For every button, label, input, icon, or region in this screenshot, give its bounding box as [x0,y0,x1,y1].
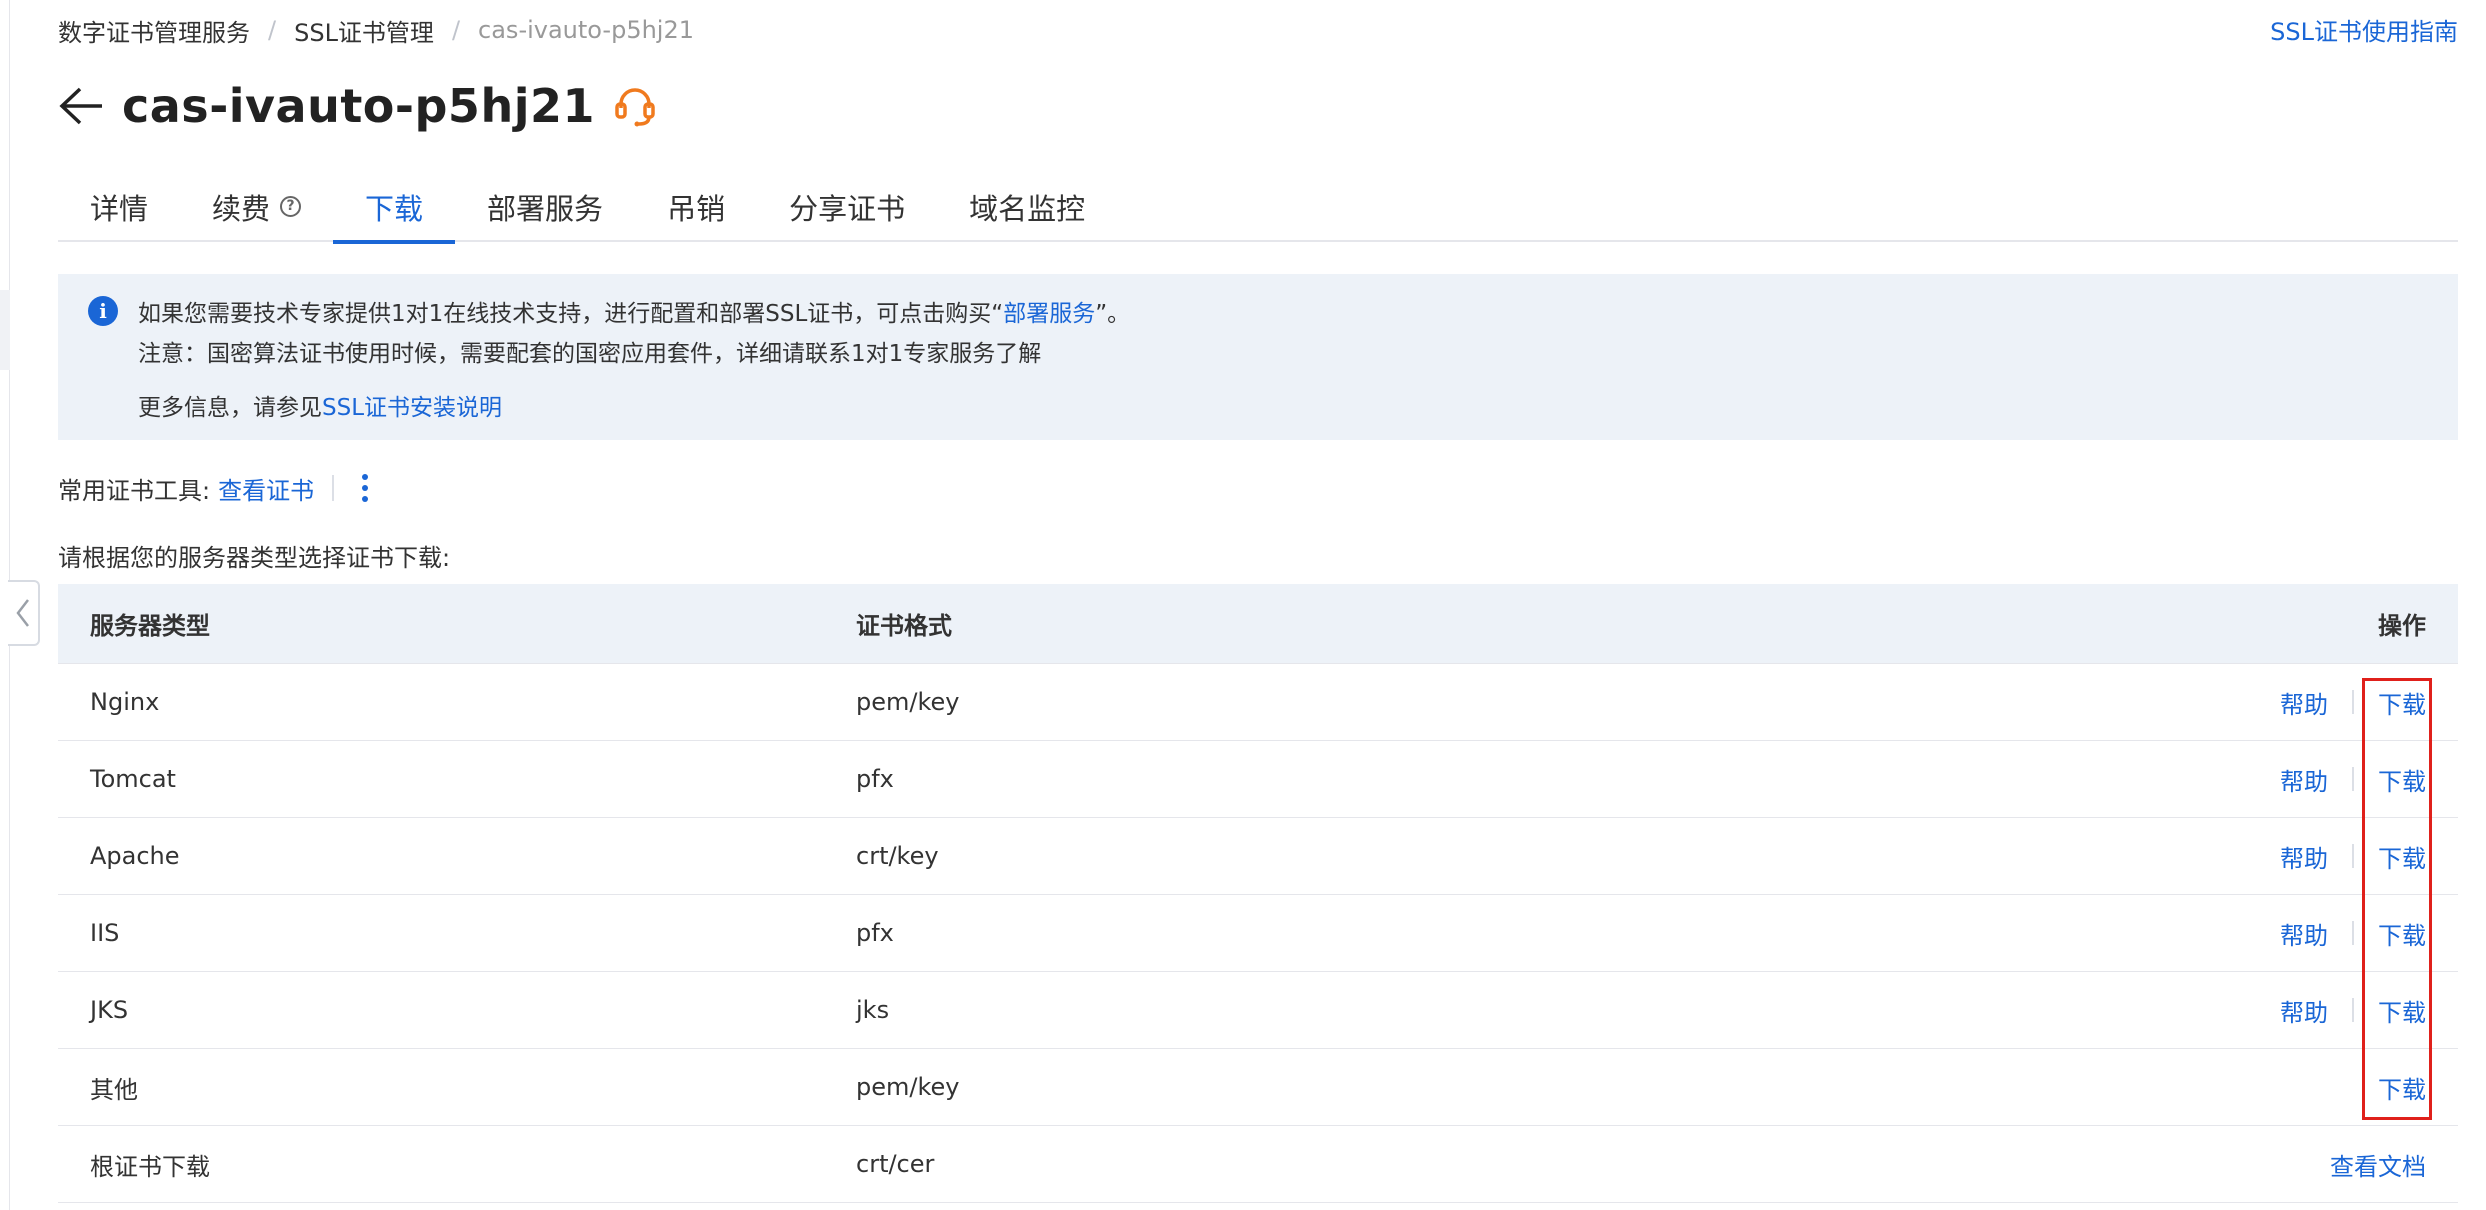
action-cell: 查看文档 [2056,1147,2458,1182]
breadcrumb-item-service[interactable]: 数字证书管理服务 [58,13,250,48]
download-button[interactable]: 下载 [2378,762,2426,797]
server-type-cell: Apache [90,842,180,870]
download-table: 服务器类型 证书格式 操作 Nginx pem/key 帮助 下载 Tomcat… [58,584,2458,1203]
server-type-cell: Tomcat [90,765,176,793]
question-circle-icon[interactable]: ? [280,196,302,217]
notice-line-3: 更多信息，请参见SSL证书安装说明 [138,395,503,421]
divider [2352,767,2354,791]
tab-renewal[interactable]: 续费? [180,180,333,242]
table-row: Tomcat pfx 帮助 下载 [58,741,2458,818]
info-icon: i [88,296,118,326]
help-link[interactable]: 帮助 [2280,685,2328,720]
tab-details[interactable]: 详情 [58,180,180,242]
action-cell: 帮助 下载 [2056,916,2458,951]
ssl-guide-link[interactable]: SSL证书使用指南 [2270,12,2458,47]
deployment-service-link[interactable]: 部署服务 [1003,301,1095,327]
title-row: cas-ivauto-p5hj21 [58,76,659,136]
table-header: 服务器类型 证书格式 操作 [58,584,2458,664]
view-certificate-link[interactable]: 查看证书 [218,471,314,506]
cert-tools-row: 常用证书工具: 查看证书 [58,470,372,506]
install-guide-link[interactable]: SSL证书安装说明 [322,395,502,421]
header-action: 操作 [2378,612,2426,640]
download-instruction: 请根据您的服务器类型选择证书下载: [58,544,451,572]
server-type-cell: IIS [90,919,120,947]
format-cell: jks [856,996,890,1024]
sidebar-collapse-button[interactable] [8,580,40,646]
header-server-type: 服务器类型 [90,612,210,640]
table-row: Nginx pem/key 帮助 下载 [58,664,2458,741]
table-row: 其他 pem/key 下载 [58,1049,2458,1126]
format-cell: pem/key [856,688,960,716]
action-cell: 帮助 下载 [2056,839,2458,874]
more-vertical-icon[interactable] [358,470,372,506]
breadcrumb-separator: / [451,16,461,44]
action-cell: 帮助 下载 [2056,685,2458,720]
help-link[interactable]: 帮助 [2280,916,2328,951]
notice-line-2: 注意：国密算法证书使用时候，需要配套的国密应用套件，详细请联系1对1专家服务了解 [138,341,1042,367]
tab-deployment[interactable]: 部署服务 [455,180,635,242]
arrow-left-icon [59,87,102,125]
action-cell: 下载 [2056,1070,2458,1105]
download-button[interactable]: 下载 [2378,1070,2426,1105]
server-type-cell: 根证书下载 [90,1152,210,1181]
breadcrumb-item-ssl[interactable]: SSL证书管理 [294,13,434,48]
download-button[interactable]: 下载 [2378,685,2426,720]
download-button[interactable]: 下载 [2378,839,2426,874]
server-type-cell: Nginx [90,688,160,716]
format-cell: crt/key [856,842,939,870]
page-title: cas-ivauto-p5hj21 [122,79,595,133]
info-notice: i 如果您需要技术专家提供1对1在线技术支持，进行配置和部署SSL证书，可点击购… [58,274,2458,440]
headset-icon [615,88,655,127]
help-link[interactable]: 帮助 [2280,839,2328,874]
download-button[interactable]: 下载 [2378,993,2426,1028]
back-button[interactable] [58,84,108,128]
tab-revoke[interactable]: 吊销 [635,180,757,242]
server-type-cell: JKS [90,996,129,1024]
action-cell: 帮助 下载 [2056,762,2458,797]
table-row: IIS pfx 帮助 下载 [58,895,2458,972]
header-format: 证书格式 [856,612,952,640]
support-button[interactable] [613,83,659,129]
format-cell: pfx [856,765,894,793]
notice-line-1: 如果您需要技术专家提供1对1在线技术支持，进行配置和部署SSL证书，可点击购买“… [138,301,1131,327]
divider [2352,690,2354,714]
help-link[interactable]: 帮助 [2280,762,2328,797]
download-button[interactable]: 下载 [2378,916,2426,951]
cert-tools-label: 常用证书工具: [58,476,211,505]
tab-share[interactable]: 分享证书 [757,180,937,242]
table-row: Apache crt/key 帮助 下载 [58,818,2458,895]
chevron-left-icon [16,599,29,627]
divider [332,475,335,501]
main-content: 数字证书管理服务 / SSL证书管理 / cas-ivauto-p5hj21 S… [58,0,2458,1210]
action-cell: 帮助 下载 [2056,993,2458,1028]
tab-bar: 详情 续费? 下载 部署服务 吊销 分享证书 域名监控 [58,180,2458,244]
divider [2352,844,2354,868]
view-docs-link[interactable]: 查看文档 [2330,1147,2426,1182]
divider [2352,921,2354,945]
breadcrumb: 数字证书管理服务 / SSL证书管理 / cas-ivauto-p5hj21 [58,12,694,48]
breadcrumb-item-current: cas-ivauto-p5hj21 [478,16,695,44]
format-cell: pfx [856,919,894,947]
breadcrumb-separator: / [268,16,277,44]
tab-download[interactable]: 下载 [333,180,456,244]
help-link[interactable]: 帮助 [2280,993,2328,1028]
table-row: JKS jks 帮助 下载 [58,972,2458,1049]
sidebar-active-strip [0,290,10,370]
format-cell: crt/cer [856,1150,935,1178]
format-cell: pem/key [856,1073,960,1101]
server-type-cell: 其他 [90,1075,138,1104]
table-row: 根证书下载 crt/cer 查看文档 [58,1126,2458,1203]
tab-domain-monitor[interactable]: 域名监控 [937,180,1117,242]
divider [2352,998,2354,1022]
